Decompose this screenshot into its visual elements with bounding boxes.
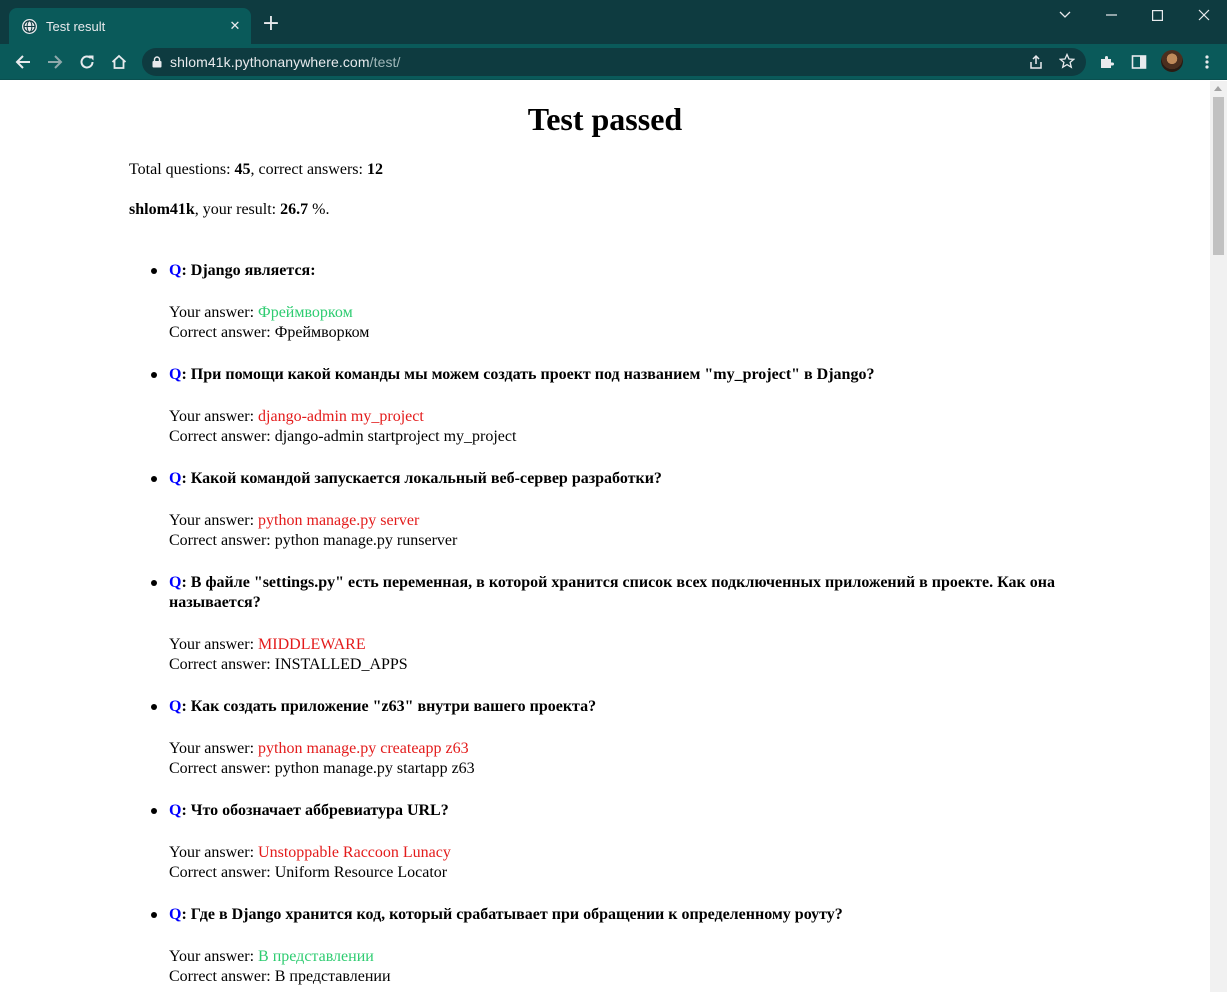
your-answer-line: Your answer: python manage.py server xyxy=(169,512,420,529)
your-answer-line: Your answer: Фреймворком xyxy=(169,304,353,321)
correct-answer-line: Correct answer: django-admin startprojec… xyxy=(169,428,517,445)
username: shlom41k xyxy=(129,201,195,218)
question-text: Q: Как создать приложение "z63" внутри в… xyxy=(169,698,597,715)
avatar[interactable] xyxy=(1161,50,1183,72)
question-item: Q: Какой командой запускается локальный … xyxy=(151,469,1099,551)
globe-icon xyxy=(22,18,37,34)
correct-answer-line: Correct answer: Uniform Resource Locator xyxy=(169,864,448,881)
address-bar[interactable]: shlom41k.pythonanywhere.com/test/ xyxy=(142,48,1086,76)
browser-titlebar: Test result ✕ + xyxy=(0,0,1227,44)
kebab-menu-icon xyxy=(1205,55,1209,69)
page-viewport: Test passed Total questions: 45, correct… xyxy=(0,81,1210,992)
question-marker: Q xyxy=(169,574,182,591)
browser-toolbar: shlom41k.pythonanywhere.com/test/ xyxy=(0,44,1227,80)
correct-answer-value: Фреймворком xyxy=(274,324,370,341)
question-item: Q: При помощи какой команды мы можем соз… xyxy=(151,365,1099,447)
home-icon xyxy=(111,54,127,69)
maximize-button[interactable] xyxy=(1134,0,1180,30)
correct-answer-value: python manage.py startapp z63 xyxy=(274,760,475,777)
question-marker: Q xyxy=(169,470,182,487)
star-icon[interactable] xyxy=(1058,52,1076,74)
correct-answer-value: В представлении xyxy=(274,968,391,985)
your-answer-line: Your answer: Unstoppable Raccoon Lunacy xyxy=(169,844,451,861)
question-list: Q: Django является: Your answer: Фреймвор… xyxy=(151,261,1099,992)
lock-icon xyxy=(152,56,162,68)
your-answer-line: Your answer: В представлении xyxy=(169,948,374,965)
puzzle-icon xyxy=(1101,56,1114,68)
question-item: Q: Как создать приложение "z63" внутри в… xyxy=(151,697,1099,779)
arrow-left-icon xyxy=(15,55,30,69)
question-marker: Q xyxy=(169,366,182,383)
question-marker: Q xyxy=(169,262,182,279)
correct-answer-line: Correct answer: python manage.py runserv… xyxy=(169,532,458,549)
your-answer-value: В представлении xyxy=(258,948,374,965)
question-text: Q: При помощи какой команды мы можем соз… xyxy=(169,366,875,383)
result-value: 26.7 xyxy=(280,201,309,218)
close-icon[interactable]: ✕ xyxy=(225,16,245,36)
minimize-button[interactable] xyxy=(1088,0,1134,30)
your-answer-line: Your answer: python manage.py createapp … xyxy=(169,740,469,757)
question-text: Q: Django является: xyxy=(169,262,316,279)
reload-icon xyxy=(80,55,94,69)
your-answer-value: python manage.py createapp z63 xyxy=(258,740,469,757)
question-marker: Q xyxy=(169,906,182,923)
scroll-thumb[interactable] xyxy=(1213,97,1224,255)
tab-test-result[interactable]: Test result ✕ xyxy=(9,8,251,44)
scroll-up-icon[interactable] xyxy=(1214,86,1222,91)
correct-answer-value: Uniform Resource Locator xyxy=(274,864,448,881)
correct-answer-value: INSTALLED_APPS xyxy=(274,656,408,673)
question-item: Q: Django является: Your answer: Фреймвор… xyxy=(151,261,1099,343)
reload-button[interactable] xyxy=(73,48,101,76)
question-text: Q: Что обозначает аббревиатура URL? xyxy=(169,802,449,819)
your-answer-value: MIDDLEWARE xyxy=(258,636,366,653)
tab-search-icon[interactable] xyxy=(1042,0,1088,30)
extensions-button[interactable] xyxy=(1093,48,1121,76)
tab-title: Test result xyxy=(46,18,106,34)
result-line: shlom41k, your result: 26.7 %. xyxy=(129,201,330,218)
question-item: Q: Где в Django хранится код, который ср… xyxy=(151,905,1099,987)
new-tab-button[interactable]: + xyxy=(260,13,282,35)
question-item: Q: Что обозначает аббревиатура URL? Your … xyxy=(151,801,1099,883)
arrow-right-icon xyxy=(48,55,63,69)
correct-answer-value: django-admin startproject my_project xyxy=(274,428,517,445)
question-item: Q: В файле "settings.py" есть переменная… xyxy=(151,573,1099,675)
your-answer-value: python manage.py server xyxy=(258,512,420,529)
url-text: shlom41k.pythonanywhere.com/test/ xyxy=(170,54,401,70)
close-window-button[interactable] xyxy=(1181,0,1227,30)
your-answer-line: Your answer: django-admin my_project xyxy=(169,408,424,425)
page-title: Test passed xyxy=(527,101,683,137)
total-questions-value: 45 xyxy=(234,161,251,178)
back-button[interactable] xyxy=(9,48,37,76)
correct-answers-value: 12 xyxy=(366,161,383,178)
correct-answer-line: Correct answer: INSTALLED_APPS xyxy=(169,656,408,673)
correct-answer-line: Correct answer: Фреймворком xyxy=(169,324,370,341)
your-answer-value: django-admin my_project xyxy=(258,408,424,425)
question-text: Q: Где в Django хранится код, который ср… xyxy=(169,906,843,923)
your-answer-line: Your answer: MIDDLEWARE xyxy=(169,636,366,653)
question-marker: Q xyxy=(169,698,182,715)
home-button[interactable] xyxy=(105,48,133,76)
side-panel-button[interactable] xyxy=(1125,48,1153,76)
question-marker: Q xyxy=(169,802,182,819)
correct-answer-line: Correct answer: python manage.py startap… xyxy=(169,760,475,777)
menu-button[interactable] xyxy=(1193,48,1221,76)
your-answer-value: Unstoppable Raccoon Lunacy xyxy=(258,844,451,861)
your-answer-value: Фреймворком xyxy=(258,304,353,321)
forward-button[interactable] xyxy=(41,48,69,76)
correct-answer-line: Correct answer: В представлении xyxy=(169,968,391,985)
question-text: Q: Какой командой запускается локальный … xyxy=(169,470,662,487)
correct-answer-value: python manage.py runserver xyxy=(274,532,458,549)
question-text: Q: В файле "settings.py" есть переменная… xyxy=(169,574,1055,611)
share-icon[interactable] xyxy=(1028,54,1044,75)
side-panel-icon xyxy=(1131,55,1147,69)
vertical-scrollbar[interactable] xyxy=(1210,81,1227,992)
totals-line: Total questions: 45, correct answers: 12 xyxy=(129,161,383,178)
